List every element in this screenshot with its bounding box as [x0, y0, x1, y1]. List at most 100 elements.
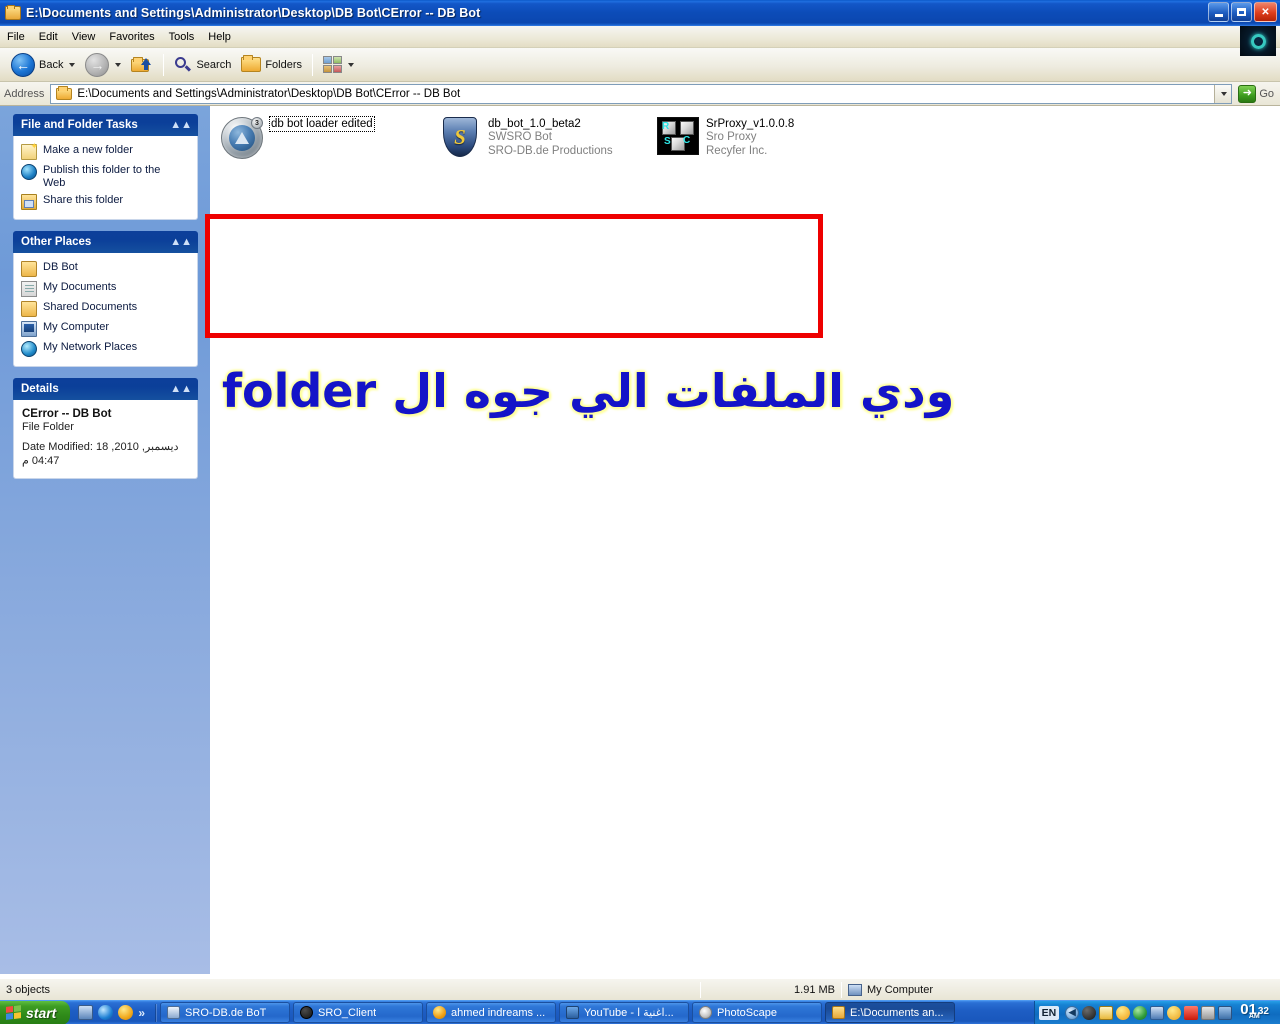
back-button[interactable]: ← Back [6, 51, 80, 79]
taskbar-item-ahmed-indreams[interactable]: ahmed indreams ... [426, 1002, 557, 1023]
quick-launch-overflow-icon[interactable]: » [138, 1006, 145, 1020]
file-list-pane[interactable]: 3 db bot loader edited S db_bot_1.0_beta… [210, 106, 1280, 1010]
taskbar-item-sro-client[interactable]: SRO_Client [293, 1002, 424, 1023]
new-folder-icon [21, 141, 38, 160]
forward-button[interactable]: → [80, 51, 126, 79]
autoit-script-icon: 3 [221, 117, 263, 159]
language-indicator[interactable]: EN [1038, 1005, 1060, 1020]
folder-icon [21, 301, 37, 317]
network-globe-icon[interactable] [1133, 1005, 1148, 1020]
menu-item-edit[interactable]: Edit [32, 29, 65, 45]
file-item-srproxy[interactable]: SCR SrProxy_v1.0.0.8 Sro Proxy Recyfer I… [654, 114, 872, 162]
menu-item-file[interactable]: File [0, 29, 32, 45]
go-button[interactable]: Go [1232, 84, 1280, 103]
show-desktop-icon[interactable] [78, 1005, 94, 1020]
messenger-smiley-icon[interactable] [1116, 1005, 1131, 1020]
minimize-button[interactable] [1208, 2, 1229, 22]
chevron-down-icon[interactable] [115, 62, 122, 67]
antivirus-shield-icon[interactable] [1082, 1005, 1097, 1020]
chevron-down-icon[interactable] [1214, 84, 1232, 103]
menu-item-view[interactable]: View [65, 29, 103, 45]
menu-label: Favorites [109, 30, 155, 43]
menu-item-help[interactable]: Help [201, 29, 238, 45]
start-button[interactable]: start [0, 1000, 71, 1024]
folders-label: Folders [265, 58, 303, 71]
search-label: Search [196, 58, 232, 71]
chevron-up-icon[interactable]: ▲▲ [170, 119, 192, 131]
file-description: SWSRO Bot [488, 131, 552, 143]
status-total-size: 1.91 MB [794, 983, 835, 996]
sidebar-item-my-computer[interactable]: My Computer [19, 319, 192, 339]
toolbar: ← Back → Search Folders [0, 48, 1280, 82]
internet-explorer-icon[interactable] [98, 1005, 114, 1020]
annotation-arabic-note: ودي الملفات الي جوه ال folder [222, 364, 955, 418]
taskbar-item-photoscape[interactable]: PhotoScape [692, 1002, 823, 1023]
status-location-label: My Computer [867, 983, 934, 996]
panel-header[interactable]: File and Folder Tasks ▲▲ [13, 114, 198, 136]
sidebar-item-make-new-folder[interactable]: Make a new folder [19, 141, 192, 162]
share-folder-icon [21, 194, 37, 210]
menu-label: View [71, 30, 96, 43]
safely-remove-icon[interactable] [1218, 1005, 1233, 1020]
sidebar-item-my-documents[interactable]: My Documents [19, 279, 192, 299]
sidebar-item-publish-to-web[interactable]: Publish this folder to the Web [19, 162, 192, 192]
chevron-up-icon[interactable]: ▲▲ [170, 236, 192, 248]
file-item-db-bot-loader[interactable]: 3 db bot loader edited [218, 114, 436, 162]
window-controls: ✕ [1208, 2, 1277, 22]
taskbar-item-youtube[interactable]: YouTube - اغنية ا... [559, 1002, 690, 1023]
update-icon[interactable] [1167, 1005, 1182, 1020]
avira-umbrella-icon[interactable] [1184, 1005, 1199, 1020]
clock-ampm: AM [1248, 1013, 1260, 1020]
menu-item-favorites[interactable]: Favorites [102, 29, 161, 45]
sidebar-item-db-bot[interactable]: DB Bot [19, 259, 192, 279]
ring-logo-icon [1240, 26, 1276, 56]
panel-body: CError -- DB Bot File Folder Date Modifi… [13, 400, 198, 479]
panel-header[interactable]: Other Places ▲▲ [13, 231, 198, 253]
chevron-up-icon[interactable]: ▲▲ [170, 383, 192, 395]
mail-icon[interactable] [1099, 1005, 1114, 1020]
msn-messenger-icon[interactable] [118, 1005, 134, 1020]
start-label: start [26, 1004, 57, 1021]
menu-label: Tools [168, 30, 195, 43]
panel-file-and-folder-tasks: File and Folder Tasks ▲▲ Make a new fold… [13, 114, 198, 220]
sidebar-item-my-network-places[interactable]: My Network Places [19, 339, 192, 359]
computer-icon [848, 983, 862, 996]
sidebar-item-label: Make a new folder [43, 144, 133, 156]
sidebar-item-share-folder[interactable]: Share this folder [19, 192, 192, 212]
printer-icon[interactable] [1150, 1005, 1165, 1020]
messenger-icon [433, 1006, 447, 1019]
taskbar-separator [155, 1003, 157, 1022]
taskbar-item-label: ahmed indreams ... [451, 1006, 546, 1019]
file-grid: 3 db bot loader edited S db_bot_1.0_beta… [218, 114, 872, 162]
file-item-db-bot-beta2[interactable]: S db_bot_1.0_beta2 SWSRO Bot SRO-DB.de P… [436, 114, 654, 162]
pen-icon[interactable] [1201, 1005, 1216, 1020]
file-meta: db bot loader edited [269, 116, 375, 132]
sro-db-icon [167, 1006, 181, 1019]
chevron-down-icon[interactable] [348, 62, 355, 67]
system-tray: EN ◀ 01 32 AM [1033, 1000, 1280, 1024]
views-button[interactable] [318, 51, 359, 79]
chevron-left-icon[interactable]: ◀ [1065, 1005, 1080, 1020]
address-input[interactable]: E:\Documents and Settings\Administrator\… [50, 83, 1233, 104]
close-button[interactable]: ✕ [1254, 2, 1277, 22]
taskbar-item-explorer-active[interactable]: E:\Documents an... [825, 1002, 956, 1023]
sidebar-item-label: My Network Places [43, 341, 138, 353]
system-clock[interactable]: 01 32 AM [1235, 1001, 1275, 1024]
globe-icon [21, 164, 37, 180]
sidebar-item-shared-documents[interactable]: Shared Documents [19, 299, 192, 319]
taskbar-item-label: SRO-DB.de BoT [185, 1006, 267, 1019]
file-company: Recyfer Inc. [706, 144, 768, 157]
sidebar-item-label: Shared Documents [43, 301, 138, 313]
sidebar-item-label: Publish this folder to the Web [43, 164, 161, 189]
menu-item-tools[interactable]: Tools [162, 29, 202, 45]
chevron-down-icon[interactable] [69, 62, 76, 67]
up-button[interactable] [126, 51, 158, 79]
search-button[interactable]: Search [169, 51, 236, 79]
taskbar-item-sro-db-bot[interactable]: SRO-DB.de BoT [160, 1002, 291, 1023]
task-pane-sidebar: File and Folder Tasks ▲▲ Make a new fold… [0, 106, 210, 974]
restore-button[interactable] [1231, 2, 1252, 22]
panel-header[interactable]: Details ▲▲ [13, 378, 198, 400]
documents-icon [21, 281, 37, 297]
folders-button[interactable]: Folders [236, 51, 307, 79]
window-title-bar[interactable]: E:\Documents and Settings\Administrator\… [0, 0, 1280, 26]
